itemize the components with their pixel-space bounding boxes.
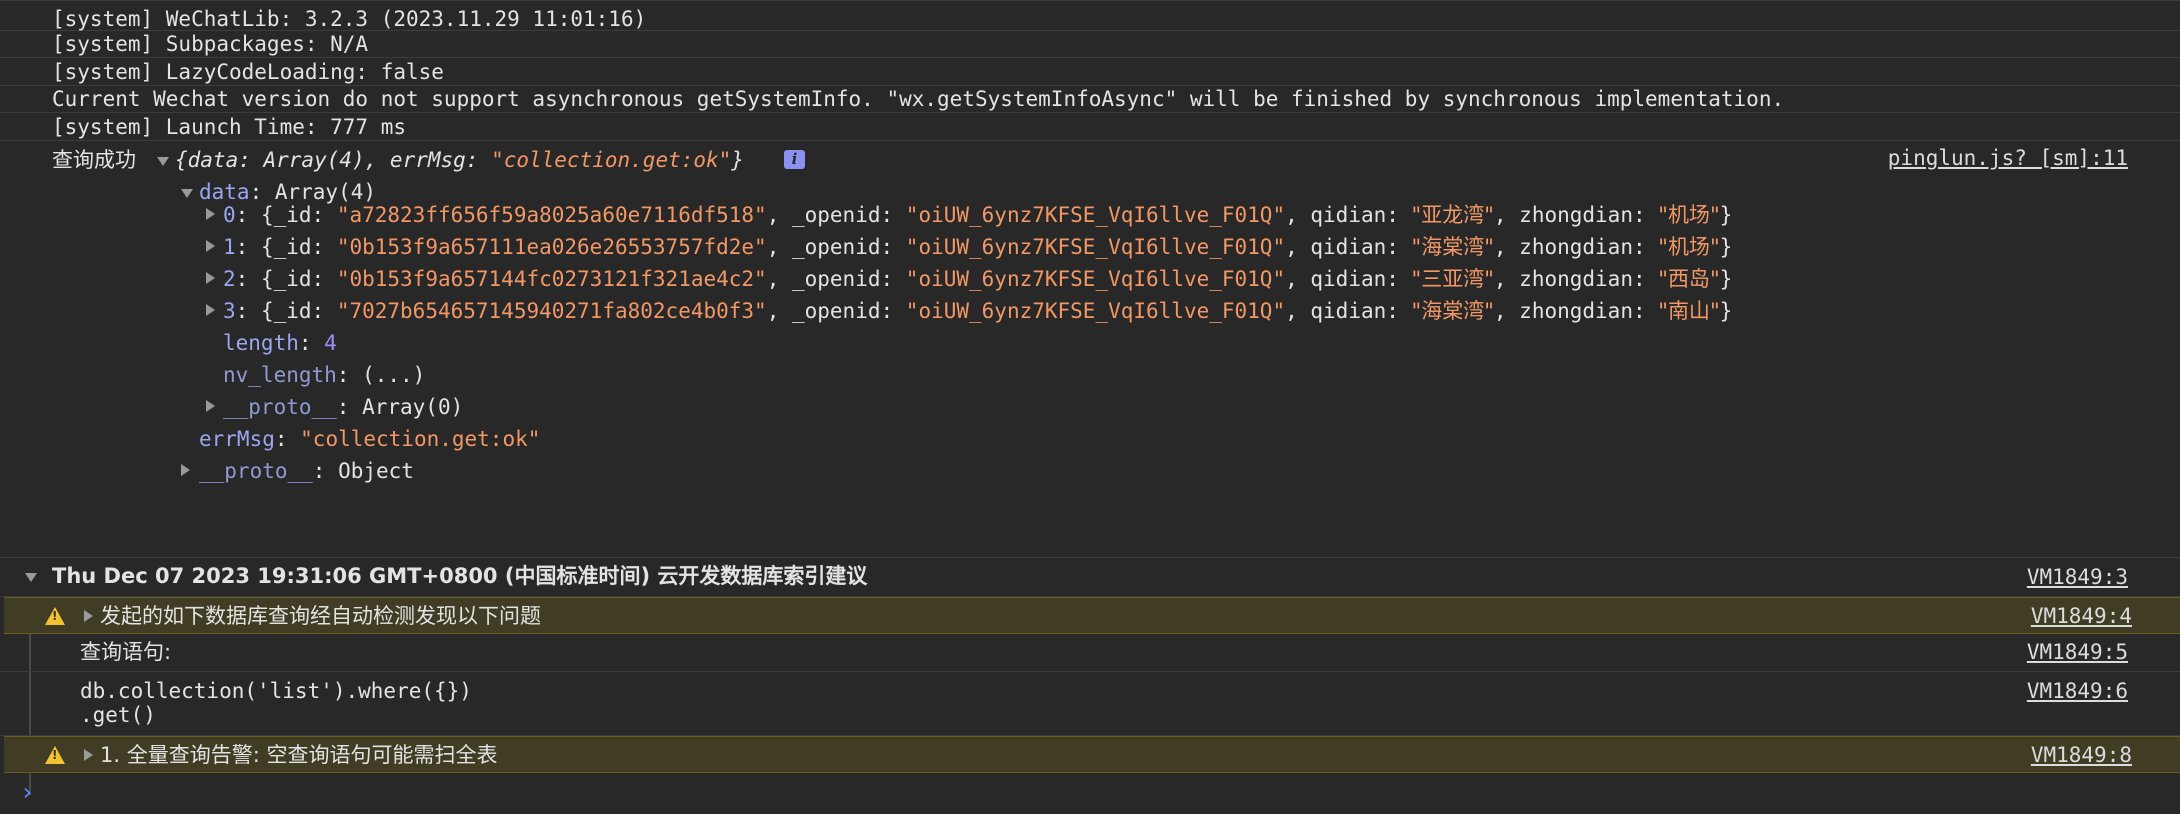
source-link[interactable]: VM1849:3 xyxy=(2027,564,2128,590)
console-message-system: [system] LazyCodeLoading: false xyxy=(0,58,2180,86)
expand-toggle-icon[interactable] xyxy=(84,749,93,761)
group-title: Thu Dec 07 2023 19:31:06 GMT+0800 (中国标准时… xyxy=(52,564,868,588)
console-warning: 1. 全量查询告警: 空查询语句可能需扫全表 VM1849:8 xyxy=(4,736,2180,773)
expand-toggle-icon[interactable] xyxy=(181,189,193,198)
expand-toggle-icon[interactable] xyxy=(206,400,215,412)
console-message-log: db.collection('list').where({}) .get() V… xyxy=(0,672,2180,736)
warning-message[interactable]: 发起的如下数据库查询经自动检测发现以下问题 xyxy=(100,603,541,629)
console-message-system: Current Wechat version do not support as… xyxy=(0,86,2180,113)
console-message-log: 查询语句: VM1849:5 xyxy=(0,634,2180,672)
system-message-text: Current Wechat version do not support as… xyxy=(52,87,1785,111)
console-message-system: [system] Subpackages: N/A xyxy=(0,31,2180,58)
console-message-system: [system] WeChatLib: 3.2.3 (2023.11.29 11… xyxy=(0,0,2180,31)
console-warning: 发起的如下数据库查询经自动检测发现以下问题 VM1849:4 xyxy=(4,597,2180,634)
array-item[interactable]: 0: {_id: "a72823ff656f59a8025a60e7116df5… xyxy=(223,202,1732,228)
warning-icon xyxy=(45,607,65,625)
source-link[interactable]: VM1849:6 xyxy=(2027,678,2128,704)
system-message-text: [system] Launch Time: 777 ms xyxy=(52,115,407,139)
object-summary[interactable]: {data: Array(4), errMsg: "collection.get… xyxy=(175,147,744,173)
errmsg-property: errMsg: "collection.get:ok" xyxy=(199,427,541,451)
devtools-console: [system] WeChatLib: 3.2.3 (2023.11.29 11… xyxy=(0,0,2180,814)
system-message-text: [system] WeChatLib: 3.2.3 (2023.11.29 11… xyxy=(52,7,647,31)
object-proto-property[interactable]: __proto__: Object xyxy=(199,458,414,484)
warning-message[interactable]: 1. 全量查询告警: 空查询语句可能需扫全表 xyxy=(100,742,497,768)
length-property: length: 4 xyxy=(223,331,337,355)
system-message-text: [system] LazyCodeLoading: false xyxy=(52,60,444,84)
prompt-chevron-icon: › xyxy=(20,778,35,806)
array-proto-property[interactable]: __proto__: Array(0) xyxy=(223,394,463,420)
expand-toggle-icon[interactable] xyxy=(206,304,215,316)
query-label: 查询语句: xyxy=(80,640,172,664)
array-item[interactable]: 2: {_id: "0b153f9a657144fc0273121f321ae4… xyxy=(223,266,1732,292)
console-group-header[interactable]: Thu Dec 07 2023 19:31:06 GMT+0800 (中国标准时… xyxy=(0,558,2180,597)
expand-toggle-icon[interactable] xyxy=(181,464,190,476)
system-message-text: [system] Subpackages: N/A xyxy=(52,32,369,56)
log-label: 查询成功 xyxy=(52,148,136,172)
expand-toggle-icon[interactable] xyxy=(157,157,169,166)
expand-toggle-icon[interactable] xyxy=(84,610,93,622)
warning-icon xyxy=(45,746,65,764)
console-message-query-result: 查询成功 {data: Array(4), errMsg: "collectio… xyxy=(0,141,2180,558)
source-link[interactable]: pinglun.js? [sm]:11 xyxy=(1888,145,2128,171)
array-item[interactable]: 1: {_id: "0b153f9a657111ea026e26553757fd… xyxy=(223,234,1732,260)
console-message-system: [system] Launch Time: 777 ms xyxy=(0,113,2180,141)
expand-toggle-icon[interactable] xyxy=(206,272,215,284)
source-link[interactable]: VM1849:8 xyxy=(2031,742,2132,768)
expand-toggle-icon[interactable] xyxy=(206,208,215,220)
nv-length-property[interactable]: nv_length: (...) xyxy=(223,362,425,388)
console-prompt[interactable]: › xyxy=(0,773,2180,814)
source-link[interactable]: VM1849:5 xyxy=(2027,639,2128,665)
query-code-line: .get() xyxy=(80,703,156,727)
array-item[interactable]: 3: {_id: "7027b654657145940271fa802ce4b0… xyxy=(223,298,1732,324)
collapse-toggle-icon[interactable] xyxy=(25,573,37,582)
query-code-line: db.collection('list').where({}) xyxy=(80,679,472,703)
info-icon[interactable]: i xyxy=(784,150,805,169)
source-link[interactable]: VM1849:4 xyxy=(2031,603,2132,629)
expand-toggle-icon[interactable] xyxy=(206,240,215,252)
